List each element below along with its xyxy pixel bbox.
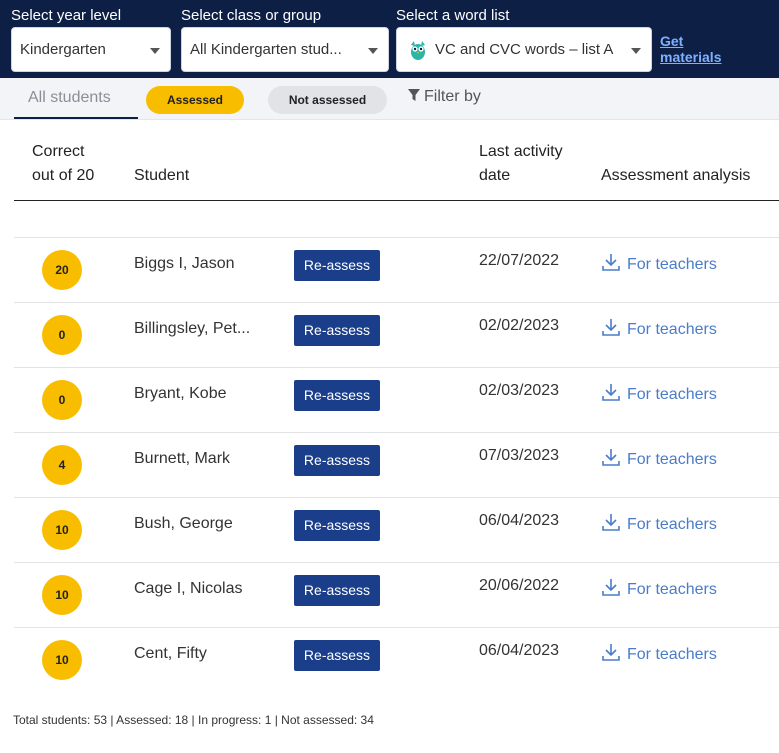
download-icon (602, 449, 620, 466)
download-icon (602, 579, 620, 596)
column-header-student: Student (134, 167, 190, 184)
table-row: 20 Biggs I, Jason Re-assess 22/07/2022 For t… (0, 237, 779, 302)
word-list-select[interactable]: VC and CVC words – list A (396, 27, 652, 72)
student-name: Biggs I, Jason (134, 255, 235, 272)
last-activity-date: 02/03/2023 (479, 382, 560, 399)
filter-by-button[interactable]: Filter by (408, 88, 481, 106)
for-teachers-link[interactable]: For teachers (601, 252, 717, 274)
score-badge: 10 (42, 575, 82, 615)
class-group-select[interactable]: All Kindergarten stud... (181, 27, 389, 72)
for-teachers-link[interactable]: For teachers (601, 642, 717, 664)
status-tabs: All students Assessed Not assessed Filte… (0, 78, 779, 120)
owl-icon (411, 41, 425, 60)
for-teachers-label: For teachers (627, 256, 717, 273)
chevron-down-icon (631, 48, 641, 54)
class-group-value: All Kindergarten stud... (190, 41, 342, 58)
assessed-filter-pill[interactable]: Assessed (146, 86, 244, 114)
download-icon (602, 254, 620, 271)
download-icon (602, 319, 620, 336)
column-header-correct-line1: Correct (32, 143, 85, 160)
word-list-value: VC and CVC words – list A (435, 41, 614, 58)
last-activity-date: 06/04/2023 (479, 642, 560, 659)
table-row: 4 Burnett, Mark Re-assess 07/03/2023 For tea… (0, 432, 779, 497)
column-header-analysis: Assessment analysis (601, 167, 751, 184)
column-header-correct-line2: out of 20 (32, 167, 95, 184)
class-group-label: Select class or group (181, 7, 322, 24)
student-name: Bryant, Kobe (134, 385, 227, 402)
reassess-button[interactable]: Re-assess (294, 380, 380, 411)
table-row: 10 Bush, George Re-assess 06/04/2023 For tea… (0, 497, 779, 562)
filter-icon (408, 89, 420, 101)
reassess-button[interactable]: Re-assess (294, 250, 380, 281)
student-name: Cent, Fifty (134, 645, 207, 662)
column-header-correct: Correct out of 20 (32, 140, 94, 188)
year-level-value: Kindergarten (20, 41, 106, 58)
for-teachers-label: For teachers (627, 581, 717, 598)
for-teachers-label: For teachers (627, 646, 717, 663)
reassess-button[interactable]: Re-assess (294, 640, 380, 671)
table-row: 10 Cent, Fifty Re-assess 06/04/2023 For teac… (0, 627, 779, 692)
filter-bar: Select year level Kindergarten Select cl… (0, 0, 779, 78)
reassess-button[interactable]: Re-assess (294, 575, 380, 606)
score-badge: 4 (42, 445, 82, 485)
download-icon (602, 384, 620, 401)
for-teachers-label: For teachers (627, 516, 717, 533)
filter-by-label: Filter by (424, 88, 481, 105)
header-divider (14, 200, 779, 201)
table-row: 10 Cage I, Nicolas Re-assess 20/06/2022 For … (0, 562, 779, 627)
column-header-date-line1: Last activity (479, 143, 563, 160)
score-badge: 20 (42, 250, 82, 290)
reassess-button[interactable]: Re-assess (294, 315, 380, 346)
not-assessed-filter-pill[interactable]: Not assessed (268, 86, 387, 114)
score-badge: 10 (42, 640, 82, 680)
student-name: Bush, George (134, 515, 233, 532)
chevron-down-icon (368, 48, 378, 54)
for-teachers-link[interactable]: For teachers (601, 577, 717, 599)
word-list-label: Select a word list (396, 7, 510, 24)
year-level-select[interactable]: Kindergarten (11, 27, 171, 72)
for-teachers-label: For teachers (627, 321, 717, 338)
score-badge: 0 (42, 380, 82, 420)
student-name: Billingsley, Pet... (134, 320, 251, 337)
column-header-last-activity: Last activity date (479, 140, 563, 188)
score-badge: 10 (42, 510, 82, 550)
table-row: 0 Bryant, Kobe Re-assess 02/03/2023 For teac… (0, 367, 779, 432)
table-row: 0 Billingsley, Pet... Re-assess 02/02/2023 F… (0, 302, 779, 367)
for-teachers-label: For teachers (627, 386, 717, 403)
chevron-down-icon (150, 48, 160, 54)
last-activity-date: 07/03/2023 (479, 447, 560, 464)
summary-footer: Total students: 53 | Assessed: 18 | In p… (13, 713, 374, 727)
student-name: Burnett, Mark (134, 450, 231, 467)
download-icon (602, 644, 620, 661)
reassess-button[interactable]: Re-assess (294, 445, 380, 476)
tab-all-students[interactable]: All students (14, 78, 138, 119)
for-teachers-link[interactable]: For teachers (601, 382, 717, 404)
download-icon (602, 514, 620, 531)
year-level-label: Select year level (11, 7, 122, 24)
for-teachers-link[interactable]: For teachers (601, 447, 717, 469)
last-activity-date: 06/04/2023 (479, 512, 560, 529)
reassess-button[interactable]: Re-assess (294, 510, 380, 541)
tab-all-students-label: All students (28, 89, 111, 106)
column-header-date-line2: date (479, 167, 511, 184)
for-teachers-link[interactable]: For teachers (601, 512, 717, 534)
score-badge: 0 (42, 315, 82, 355)
get-materials-link[interactable]: Get materials (660, 33, 721, 65)
last-activity-date: 02/02/2023 (479, 317, 560, 334)
for-teachers-label: For teachers (627, 451, 717, 468)
last-activity-date: 20/06/2022 (479, 577, 560, 594)
student-name: Cage I, Nicolas (134, 580, 243, 597)
for-teachers-link[interactable]: For teachers (601, 317, 717, 339)
last-activity-date: 22/07/2022 (479, 252, 560, 269)
